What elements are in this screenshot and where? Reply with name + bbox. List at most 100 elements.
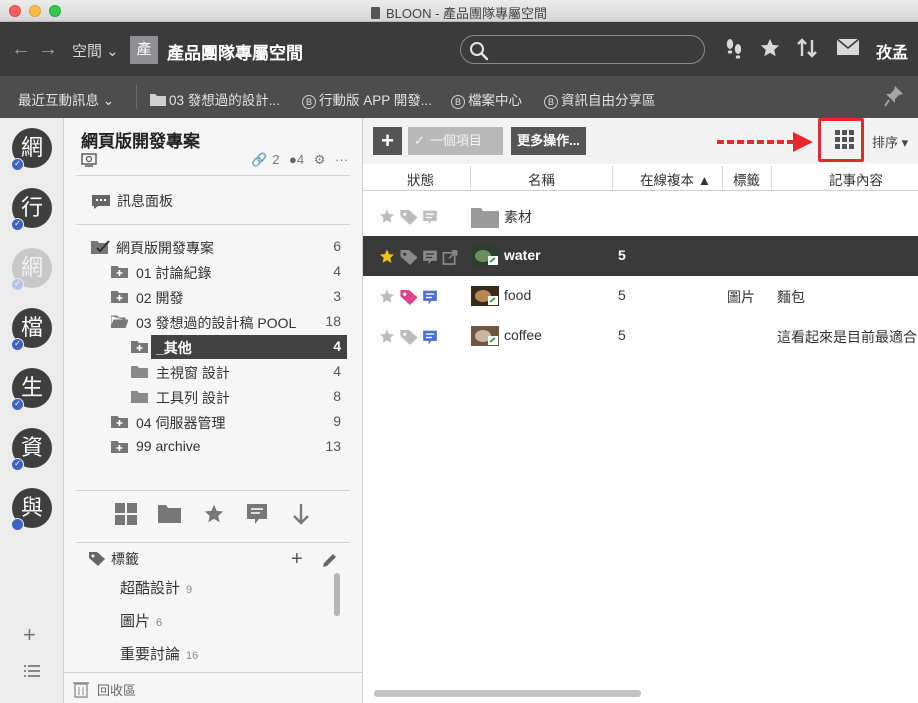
recent-messages-dropdown[interactable]: 最近互動訊息 ⌄ xyxy=(18,89,114,109)
bloon-b-icon: B xyxy=(544,95,558,109)
download-icon[interactable] xyxy=(291,503,311,528)
note-icon[interactable] xyxy=(422,330,438,345)
tag-icon xyxy=(89,552,105,566)
folder-tree-item[interactable]: 02 開發 3 xyxy=(64,285,347,309)
column-versions[interactable]: 在線複本 ▲ xyxy=(640,169,711,189)
folder-icon xyxy=(131,390,148,403)
message-board-icon xyxy=(92,195,110,209)
bookmark-folder[interactable]: 03 發想過的設計... xyxy=(150,89,280,109)
star-icon[interactable] xyxy=(378,328,396,345)
list-view-icon[interactable] xyxy=(24,664,40,681)
column-divider[interactable] xyxy=(771,166,772,189)
pin-icon[interactable] xyxy=(884,85,904,110)
bookmark-info-share[interactable]: B 資訊自由分享區 xyxy=(544,89,656,109)
space-status-badge: ✓ xyxy=(11,218,24,231)
grid-view-icon[interactable] xyxy=(835,130,855,153)
folder-icon xyxy=(131,365,148,378)
file-row[interactable]: coffee 5 這看起來是目前最適合 xyxy=(363,316,918,356)
column-state[interactable]: 狀態 xyxy=(407,169,434,189)
item-select-button[interactable]: ✓ 一個項目 xyxy=(408,127,503,155)
column-divider[interactable] xyxy=(470,166,471,189)
footprints-icon[interactable] xyxy=(724,37,744,62)
forward-arrow-icon[interactable]: → xyxy=(38,38,58,61)
open-external-icon[interactable] xyxy=(442,250,458,265)
folder-tree-item[interactable]: 01 討論紀錄 4 xyxy=(64,260,347,284)
more-options-icon[interactable]: ··· xyxy=(335,152,348,167)
tag-label: 圖片 xyxy=(120,613,151,630)
add-space-button[interactable]: + xyxy=(23,622,36,648)
note-icon[interactable] xyxy=(422,290,438,305)
tag-item[interactable]: 超酷設計 9 xyxy=(120,577,192,598)
folder-tree-item[interactable]: _其他 4 xyxy=(64,335,347,359)
file-row[interactable]: water 5 xyxy=(363,236,918,276)
column-divider[interactable] xyxy=(612,166,613,189)
folder-tree-item[interactable]: 03 發想過的設計稿 POOL 18 xyxy=(64,310,347,334)
note-icon[interactable] xyxy=(422,210,438,225)
tag-item[interactable]: 重要討論 16 xyxy=(120,643,198,664)
folder-label: 主視窗 設計 xyxy=(156,365,230,381)
tag-item[interactable]: 圖片 6 xyxy=(120,610,162,631)
note-icon[interactable] xyxy=(422,250,438,265)
tag-icon[interactable] xyxy=(400,290,418,305)
members-icon[interactable]: ● xyxy=(289,152,297,167)
add-tag-button[interactable]: + xyxy=(291,548,303,571)
more-actions-button[interactable]: 更多操作... xyxy=(511,127,586,155)
grid-view-icon[interactable] xyxy=(115,503,137,528)
tags-heading-label: 標籤 xyxy=(111,551,139,567)
message-board-link[interactable]: 訊息面板 xyxy=(91,191,173,211)
column-divider[interactable] xyxy=(722,166,723,189)
folder-icon[interactable] xyxy=(158,503,181,526)
folder-tree-item[interactable]: 工具列 設計 8 xyxy=(64,385,347,409)
links-count: 2 xyxy=(272,152,280,167)
mail-icon[interactable] xyxy=(836,37,860,60)
check-icon: ✓ xyxy=(414,133,425,148)
add-item-button[interactable]: + xyxy=(373,127,402,155)
user-name[interactable]: 孜孟 xyxy=(876,39,908,63)
search-input[interactable] xyxy=(460,35,705,64)
trash-link[interactable]: 回收區 xyxy=(73,680,136,699)
folder-label: 04 伺服器管理 xyxy=(136,415,226,431)
file-row[interactable]: 素材 xyxy=(363,196,918,236)
folder-tree-item[interactable]: 99 archive 13 xyxy=(64,435,347,459)
sort-dropdown[interactable]: 排序 ▾ xyxy=(872,132,908,151)
plus-folder-icon xyxy=(111,440,128,453)
message-board-label: 訊息面板 xyxy=(117,193,173,209)
column-notes[interactable]: 記事內容 xyxy=(829,169,883,189)
back-arrow-icon[interactable]: ← xyxy=(11,38,31,61)
link-icon[interactable]: 🔗 xyxy=(251,152,267,167)
folder-tree-item[interactable]: 網頁版開發專案 6 xyxy=(64,235,347,259)
plus-folder-icon xyxy=(111,265,128,278)
star-icon[interactable] xyxy=(202,503,226,528)
folder-tree-item[interactable]: 04 伺服器管理 9 xyxy=(64,410,347,434)
screen-sync-icon[interactable] xyxy=(81,153,97,170)
space-rail: 網 ✓ 行 ✓ 網 ✓ 檔 ✓ 生 ✓ 資 ✓ 與 + xyxy=(0,118,64,703)
bloon-b-icon: B xyxy=(451,95,465,109)
bookmark-file-center[interactable]: B 檔案中心 xyxy=(451,89,522,109)
star-icon[interactable] xyxy=(378,288,396,305)
tag-list-scrollbar[interactable] xyxy=(334,573,340,616)
horizontal-scrollbar[interactable] xyxy=(374,690,641,697)
column-tags[interactable]: 標籤 xyxy=(733,169,760,189)
star-icon[interactable] xyxy=(759,37,781,62)
plus-folder-icon xyxy=(111,290,128,303)
tag-icon[interactable] xyxy=(400,330,418,345)
bookmark-mobile-app[interactable]: B 行動版 APP 開發... xyxy=(302,89,432,109)
star-icon[interactable] xyxy=(378,208,396,225)
space-dropdown[interactable]: 空間 ⌄ xyxy=(72,40,119,61)
sort-arrows-icon[interactable] xyxy=(796,37,818,62)
note-icon[interactable] xyxy=(246,503,268,528)
file-name: water xyxy=(504,247,541,263)
tag-icon[interactable] xyxy=(400,210,418,225)
file-row[interactable]: food 5 圖片 麵包 xyxy=(363,276,918,316)
file-name: coffee xyxy=(504,327,542,343)
item-select-label: 一個項目 xyxy=(429,133,482,148)
folder-tree-item[interactable]: 主視窗 設計 4 xyxy=(64,360,347,384)
column-name[interactable]: 名稱 xyxy=(528,169,555,189)
edit-tag-icon[interactable] xyxy=(322,551,337,574)
star-icon[interactable] xyxy=(378,248,396,265)
gear-icon[interactable]: ⚙ xyxy=(314,152,326,167)
space-status-badge: ✓ xyxy=(11,458,24,471)
file-versions: 5 xyxy=(618,287,626,303)
tag-icon[interactable] xyxy=(400,250,418,265)
annotation-arrow xyxy=(717,132,813,152)
